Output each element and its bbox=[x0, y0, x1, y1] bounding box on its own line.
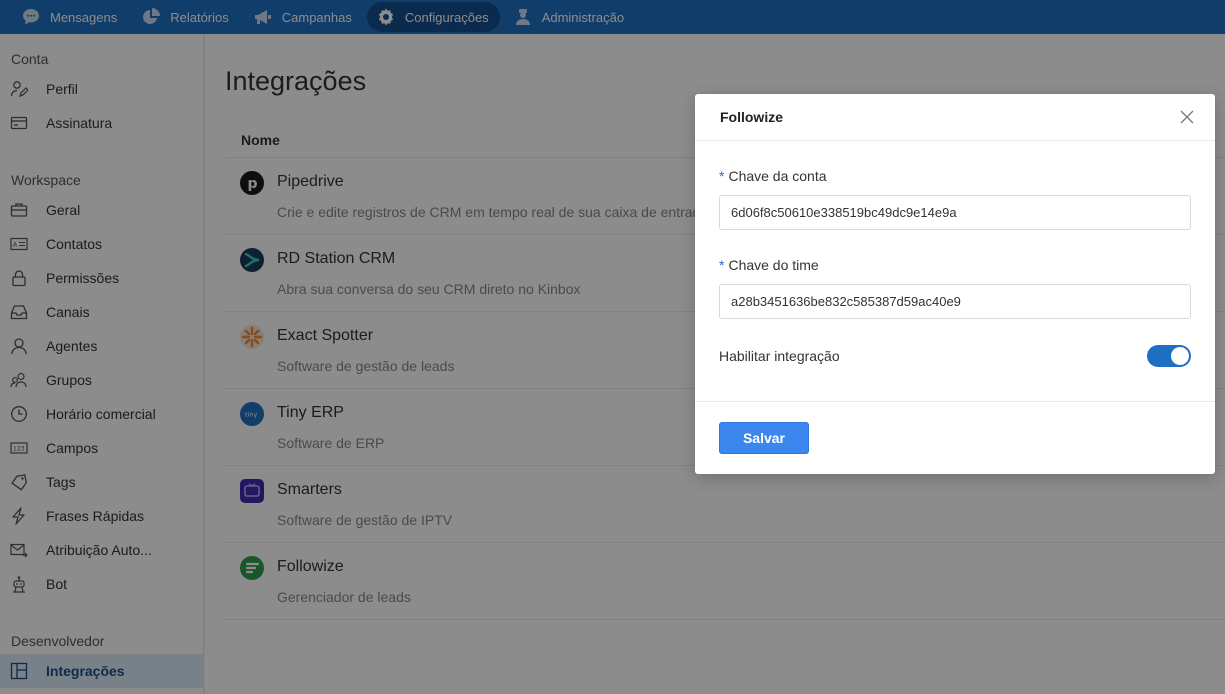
team-key-label: * Chave do time bbox=[719, 257, 819, 273]
modal-title: Followize bbox=[720, 109, 783, 125]
account-key-label: * Chave da conta bbox=[719, 168, 827, 184]
enable-integration-toggle[interactable] bbox=[1147, 345, 1191, 367]
required-mark: * bbox=[719, 168, 725, 184]
account-key-input[interactable] bbox=[719, 195, 1191, 230]
required-mark: * bbox=[719, 257, 725, 273]
divider bbox=[695, 401, 1215, 402]
field-label-text: Chave da conta bbox=[728, 168, 827, 184]
field-label-text: Chave do time bbox=[728, 257, 819, 273]
followize-modal: Followize *Chave da conta *Chave do time… bbox=[695, 94, 1215, 474]
close-icon[interactable] bbox=[1179, 109, 1195, 125]
save-button[interactable]: Salvar bbox=[719, 422, 809, 454]
modal-header: Followize bbox=[695, 94, 1215, 141]
toggle-knob bbox=[1171, 347, 1189, 365]
enable-integration-label: Habilitar integração bbox=[719, 348, 840, 364]
team-key-input[interactable] bbox=[719, 284, 1191, 319]
